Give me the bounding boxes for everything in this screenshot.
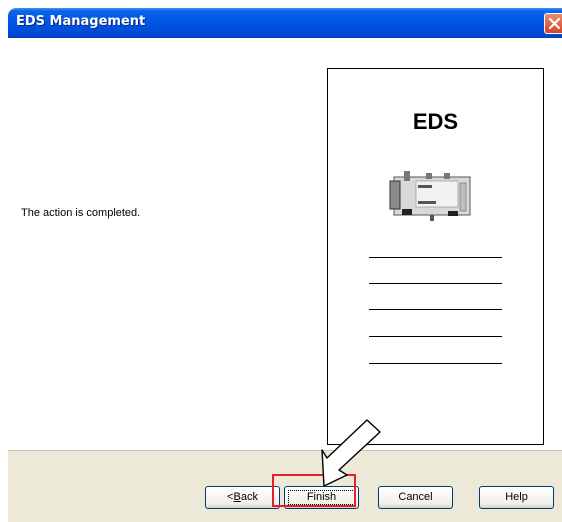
button-bar: < Back Finish Cancel Help bbox=[8, 450, 562, 522]
document-line bbox=[369, 309, 502, 310]
network-module-icon bbox=[389, 171, 471, 221]
eds-document-illustration: EDS bbox=[327, 68, 544, 445]
wizard-content: The action is completed. EDS bbox=[8, 38, 562, 450]
document-line bbox=[369, 257, 502, 258]
title-bar: EDS Management bbox=[8, 8, 562, 38]
document-line bbox=[369, 283, 502, 284]
back-rest: ack bbox=[240, 491, 258, 503]
document-line bbox=[369, 336, 502, 337]
back-button[interactable]: < Back bbox=[205, 486, 280, 509]
back-mnemonic: B bbox=[233, 491, 241, 503]
focus-rectangle bbox=[288, 490, 355, 505]
help-button[interactable]: Help bbox=[479, 486, 554, 509]
window-title: EDS Management bbox=[16, 14, 146, 29]
finish-button[interactable]: Finish bbox=[284, 486, 359, 509]
document-line bbox=[369, 363, 502, 364]
completion-message: The action is completed. bbox=[21, 207, 141, 219]
close-icon bbox=[548, 17, 561, 30]
help-label: Help bbox=[505, 491, 528, 503]
close-button[interactable] bbox=[544, 13, 562, 34]
cancel-button[interactable]: Cancel bbox=[378, 486, 453, 509]
eds-heading: EDS bbox=[412, 109, 459, 134]
cancel-label: Cancel bbox=[398, 491, 433, 503]
eds-management-dialog: EDS Management The action is completed. … bbox=[8, 8, 562, 522]
